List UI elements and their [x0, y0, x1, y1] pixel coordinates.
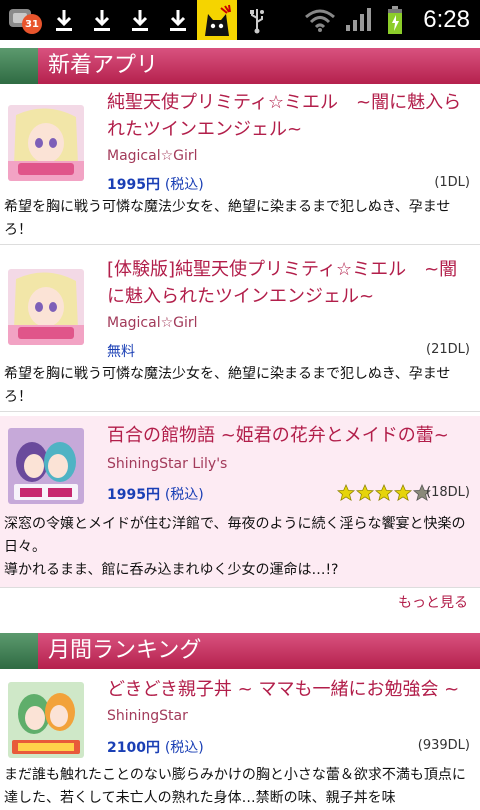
app-list-item[interactable]: [体験版]純聖天使プリミティ☆ミエル ~闇に魅入られたツインエンジェル~ Mag…	[0, 252, 480, 412]
new-apps-header: 新着アプリ	[0, 48, 480, 84]
battery-charging-icon	[382, 0, 408, 40]
app-publisher: Magical☆Girl	[107, 315, 198, 331]
download-count: (18DL)	[426, 485, 470, 500]
more-link[interactable]: もっと見る	[398, 592, 468, 612]
price-tax-label: (税込)	[164, 487, 204, 503]
app-list-item[interactable]: 百合の館物語 ~姫君の花弁とメイドの蕾~ ShiningStar Lily's …	[0, 416, 480, 588]
star-filled-icon	[356, 484, 374, 501]
download-count: (939DL)	[417, 738, 470, 753]
monthly-ranking-header: 月間ランキング	[0, 633, 480, 669]
signal-icon	[342, 0, 374, 40]
price-value: 1995円	[107, 177, 160, 193]
app-publisher: ShiningStar Lily's	[107, 456, 228, 472]
price-tax-label: (税込)	[164, 740, 204, 756]
app-list-item[interactable]: どきどき親子丼 ~ ママも一緒にお勉強会 ~ ShiningStar 2100円…	[0, 670, 480, 806]
cat-app-icon	[197, 0, 237, 40]
header-accent	[0, 48, 38, 84]
description-line: 深窓の令嬢とメイドが住む洋館で、毎夜のように続く淫らな饗宴と快楽の日々。	[4, 516, 466, 555]
status-bar: 31 6:28	[0, 0, 480, 40]
download-icon	[48, 0, 80, 40]
star-filled-icon	[337, 484, 355, 501]
price-tax-label: (税込)	[164, 177, 204, 193]
price-value: 2100円	[107, 740, 160, 756]
star-rating	[337, 484, 431, 502]
app-thumbnail[interactable]	[8, 428, 84, 504]
app-title[interactable]: 百合の館物語 ~姫君の花弁とメイドの蕾~	[107, 422, 472, 449]
app-thumbnail[interactable]	[8, 269, 84, 345]
app-price: 1995円 (税込)	[107, 484, 204, 504]
app-list-item[interactable]: 純聖天使プリミティ☆ミエル ~闇に魅入られたツインエンジェル~ Magical☆…	[0, 85, 480, 245]
app-title[interactable]: どきどき親子丼 ~ ママも一緒にお勉強会 ~	[107, 676, 472, 703]
app-price: 1995円 (税込)	[107, 174, 204, 194]
monthly-ranking-title: 月間ランキング	[48, 638, 202, 663]
app-price: 無料	[107, 341, 135, 361]
app-thumbnail[interactable]	[8, 105, 84, 181]
usb-icon	[244, 0, 270, 40]
download-count: (1DL)	[434, 175, 470, 190]
star-filled-icon	[375, 484, 393, 501]
download-count: (21DL)	[426, 342, 470, 357]
header-accent	[0, 633, 38, 669]
new-apps-title: 新着アプリ	[48, 53, 159, 78]
star-filled-icon	[394, 484, 412, 501]
price-value: 1995円	[107, 487, 160, 503]
app-publisher: ShiningStar	[107, 708, 188, 724]
app-description: 希望を胸に戦う可憐な魔法少女を、絶望に染まるまで犯しぬき、孕ませろ！	[4, 366, 451, 405]
app-description: 深窓の令嬢とメイドが住む洋館で、毎夜のように続く淫らな饗宴と快楽の日々。 導かれ…	[4, 513, 474, 582]
wifi-icon	[302, 0, 338, 40]
download-icon	[86, 0, 118, 40]
app-title[interactable]: 純聖天使プリミティ☆ミエル ~闇に魅入られたツインエンジェル~	[107, 89, 472, 143]
price-value: 無料	[107, 344, 135, 360]
app-thumbnail[interactable]	[8, 682, 84, 758]
app-publisher: Magical☆Girl	[107, 148, 198, 164]
download-icon	[124, 0, 156, 40]
app-title[interactable]: [体験版]純聖天使プリミティ☆ミエル ~闇に魅入られたツインエンジェル~	[107, 256, 472, 310]
download-icon	[162, 0, 194, 40]
notification-count-badge: 31	[22, 14, 42, 34]
app-description: 希望を胸に戦う可憐な魔法少女を、絶望に染まるまで犯しぬき、孕ませろ！	[4, 199, 451, 238]
clock: 6:28	[423, 6, 470, 33]
app-price: 2100円 (税込)	[107, 737, 204, 757]
description-line: 導かれるまま、館に呑み込まれゆく少女の運命は…!?	[4, 562, 339, 578]
app-description: まだ誰も触れたことのない膨らみかけの胸と小さな蕾＆欲求不満も頂点に達した、若くし…	[4, 767, 466, 806]
